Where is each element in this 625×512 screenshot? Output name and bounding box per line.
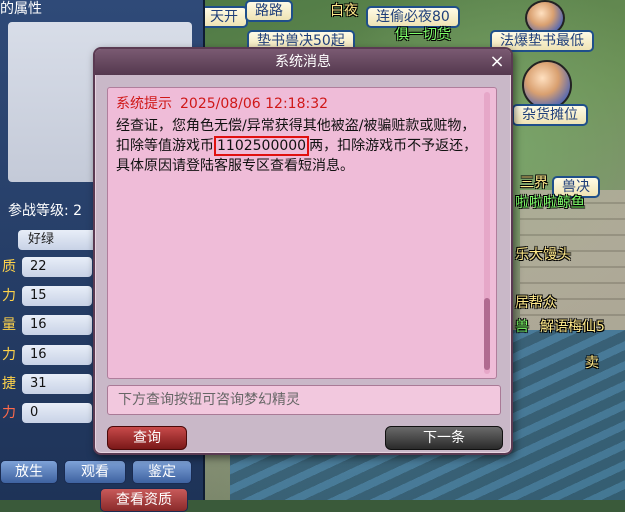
deducted-amount: 1102500000 (214, 136, 310, 156)
floating-text: 居帮众 (515, 295, 557, 311)
panel-title: 的属性 (0, 1, 42, 17)
floating-text: 白夜 (330, 3, 358, 19)
stat-value: 16 (22, 315, 92, 335)
floating-text: 啦啦啦鲸鱼 (515, 195, 585, 211)
stat-value: 22 (22, 257, 92, 277)
next-message-button[interactable]: 下一条 (385, 426, 503, 450)
query-input[interactable]: 下方查询按钮可咨询梦幻精灵 (107, 385, 501, 415)
floating-text: 兽 (515, 319, 529, 335)
stat-label: 力 (2, 288, 16, 304)
stat-label: 质 (2, 259, 16, 275)
message-timestamp: 2025/08/06 12:18:32 (180, 96, 329, 112)
view-button[interactable]: 观看 (64, 460, 126, 484)
message-header: 系统提示 2025/08/06 12:18:32 (116, 94, 328, 114)
message-area: 系统提示 2025/08/06 12:18:32 经查证，您角色无偿/异常获得其他… (107, 87, 497, 379)
stat-value: 31 (22, 374, 92, 394)
view-aptitude-button[interactable]: 查看资质 (100, 488, 188, 512)
dialog-header[interactable]: 系统消息 × (95, 49, 511, 75)
query-button[interactable]: 查询 (107, 426, 187, 450)
scrollbar-thumb[interactable] (484, 298, 490, 370)
floating-text: 乐大馒头 (515, 247, 571, 263)
stat-label: 力 (2, 347, 16, 363)
floating-text: 解语梅仙5 (540, 319, 605, 335)
identify-button[interactable]: 鉴定 (132, 460, 192, 484)
stat-value: 0 (22, 403, 92, 423)
npc-avatar-right[interactable] (522, 60, 572, 110)
stat-label: 量 (2, 317, 16, 333)
message-scrollbar[interactable] (484, 92, 490, 374)
message-body: 经查证，您角色无偿/异常获得其他被盗/被骗赃款或赃物，扣除等值游戏币 110250… (116, 116, 478, 176)
stall-label-zahuo[interactable]: 杂货摊位 (512, 104, 588, 126)
stall-label-lulu[interactable]: 路路 (245, 0, 293, 22)
system-tag: 系统提示 (116, 96, 172, 112)
stall-label-tiankai[interactable]: 天开 (200, 6, 248, 28)
close-icon[interactable]: × (487, 52, 507, 72)
stat-label: 力 (2, 405, 16, 421)
stat-value: 15 (22, 286, 92, 306)
pet-name-field[interactable]: 好绿 (18, 230, 98, 250)
stat-value: 16 (22, 345, 92, 365)
dialog-title: 系统消息 (275, 54, 331, 70)
floating-text: 俱一切货 (395, 27, 451, 43)
stat-label: 捷 (2, 376, 16, 392)
floating-text: 卖 (585, 355, 599, 371)
release-button[interactable]: 放生 (0, 460, 58, 484)
floating-text: 三界 (520, 175, 548, 191)
system-message-dialog: 系统消息 × 系统提示 2025/08/06 12:18:32 经查证，您角色无偿… (93, 47, 513, 455)
level-label: 参战等级: 2 (8, 203, 83, 219)
